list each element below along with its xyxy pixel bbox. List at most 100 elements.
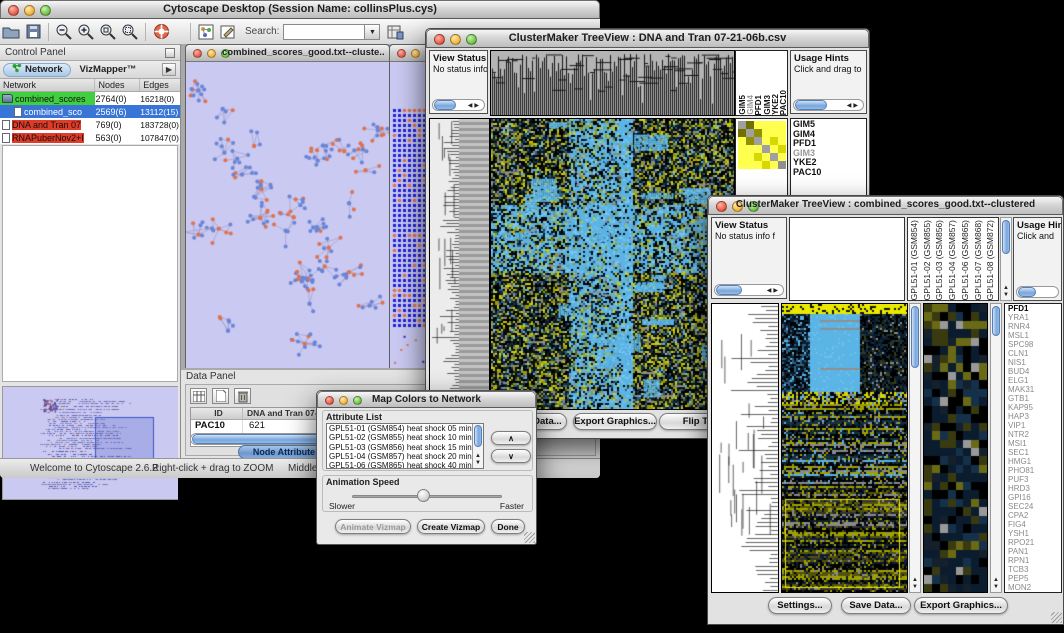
tv2-button-exportgraphics[interactable]: Export Graphics... [914,597,1008,614]
column-header-nodes[interactable]: Nodes [95,79,140,91]
matrix-cell[interactable] [738,145,746,153]
gene-label[interactable]: PEP5 [1008,574,1061,583]
animate-vizmap-button[interactable]: Animate Vizmap [335,519,411,534]
network-view-titlebar[interactable]: combined_scores_good.txt--cluste... [186,45,389,62]
gene-label[interactable]: SEC1 [1008,448,1061,457]
matrix-cell[interactable] [754,145,762,153]
matrix-cell[interactable] [754,129,762,137]
done-button[interactable]: Done [491,519,525,534]
matrix-cell[interactable] [778,145,786,153]
gene-label[interactable]: GTB1 [1008,394,1061,403]
network-row[interactable]: combined_scores2764(0)16218(0) [0,92,180,105]
scrollbar-thumb[interactable] [1002,220,1010,254]
column-header-network[interactable]: Network [0,79,95,91]
close-button[interactable] [397,49,406,58]
tv2-button-settings[interactable]: Settings... [768,597,832,614]
gene-label[interactable]: YRA1 [1008,313,1061,322]
matrix-cell[interactable] [754,161,762,169]
matrix-cell[interactable] [754,153,762,161]
tv2-global-heatmap[interactable] [781,303,908,593]
network-row[interactable]: DNA and Tran 07769(0)183728(0) [0,118,180,131]
matrix-cell[interactable] [778,121,786,129]
gene-label[interactable]: MAK31 [1008,385,1061,394]
resize-grip[interactable] [524,532,535,543]
gene-label[interactable]: MSI1 [1008,439,1061,448]
tab-network[interactable]: Network [3,63,71,77]
tv2-gene-list[interactable]: PFD1YRA1RNR4MSL1SPC98CLN1NIS1BUD4ELG1MAK… [1004,303,1062,593]
tv2-row-dendrogram[interactable] [711,303,779,593]
tv1-global-heatmap[interactable] [490,118,735,410]
scrollbar-arrows[interactable]: ◀▶ [767,287,783,294]
annotation-icon[interactable] [217,22,239,42]
gene-label[interactable]: KAP95 [1008,403,1061,412]
scrollbar-thumb[interactable] [795,100,827,110]
tv2-status-hscrollbar[interactable]: ◀▶ [714,284,784,296]
gene-label[interactable]: GPI16 [1008,493,1061,502]
matrix-cell[interactable] [738,153,746,161]
tab-overflow-button[interactable]: ▶ [162,63,176,76]
search-dropdown-arrow-icon[interactable]: ▼ [365,24,380,40]
gene-label[interactable]: PAN1 [1008,547,1061,556]
matrix-cell[interactable] [778,153,786,161]
tv1-button-exportgraphics[interactable]: Export Graphics... [573,413,657,430]
tab-vizmapper[interactable]: VizMapper™ [71,63,144,77]
treeview1-titlebar[interactable]: ClusterMaker TreeView : DNA and Tran 07-… [426,29,869,48]
matrix-cell[interactable] [770,129,778,137]
gene-label[interactable]: FIG4 [1008,520,1061,529]
gene-label[interactable]: PUF3 [1008,475,1061,484]
open-folder-icon[interactable] [0,22,22,42]
matrix-cell[interactable] [738,137,746,145]
network-view-canvas[interactable] [186,63,389,368]
network-row[interactable]: combined_sco2569(6)13112(15) [0,105,180,118]
attribute-list[interactable]: GPL51-01 (GSM854) heat shock 05 minGPL51… [326,423,484,469]
gene-label[interactable]: SPC98 [1008,340,1061,349]
matrix-cell[interactable] [746,129,754,137]
matrix-cell[interactable] [738,161,746,169]
scrollbar-thumb[interactable] [911,306,919,368]
tv1-column-dendrogram[interactable] [490,50,735,116]
scrollb ar-arrows[interactable]: ◀▶ [847,102,863,109]
scrollbar-arrows[interactable]: ▲▼ [991,577,1001,591]
gene-label[interactable]: ELG1 [1008,376,1061,385]
matrix-cell[interactable] [762,129,770,137]
matrix-cell[interactable] [770,137,778,145]
gene-label[interactable]: RNR4 [1008,322,1061,331]
tv2-heatmap-vscrollbar[interactable]: ▲▼ [909,303,921,593]
attribute-list-item[interactable]: GPL51-03 (GSM856) heat shock 15 min [327,443,483,452]
zoom-selected-icon[interactable] [97,22,119,42]
scrollbar-arrows[interactable]: ▲▼ [910,577,920,591]
matrix-cell[interactable] [762,121,770,129]
search-input[interactable] [283,24,365,40]
gene-label[interactable]: HRD3 [1008,484,1061,493]
gene-label[interactable]: NIS1 [1008,358,1061,367]
matrix-cell[interactable] [770,161,778,169]
zoom-in-icon[interactable] [75,22,97,42]
network-view-window[interactable]: combined_scores_good.txt--cluste... [185,44,390,368]
move-up-button[interactable]: ∧ [491,431,531,445]
attribute-list-item[interactable]: GPL51-02 (GSM855) heat shock 10 min [327,433,483,442]
matrix-cell[interactable] [738,129,746,137]
resize-grip[interactable] [1051,612,1062,623]
matrix-cell[interactable] [746,153,754,161]
tv2-zoom-heatmap[interactable] [923,303,988,593]
attribute-list-item[interactable]: GPL51-04 (GSM857) heat shock 20 min [327,452,483,461]
tv2-collabel-vscrollbar[interactable]: ▲▼ [1000,217,1012,301]
scrollbar-thumb[interactable] [992,306,1000,336]
tv1-status-hscrollbar[interactable]: ◀▶ [432,99,485,111]
matrix-cell[interactable] [770,121,778,129]
main-titlebar[interactable]: Cytoscape Desktop (Session Name: collins… [0,0,600,19]
scrollbar-arrows[interactable]: ▲▼ [473,453,483,467]
gene-label[interactable]: NTR2 [1008,430,1061,439]
gene-label[interactable]: HMG1 [1008,457,1061,466]
select-attributes-icon[interactable] [190,388,207,404]
import-table-icon[interactable] [384,22,406,42]
create-vizmap-button[interactable]: Create Vizmap [417,519,485,534]
matrix-cell[interactable] [746,137,754,145]
gene-label[interactable]: MSL1 [1008,331,1061,340]
matrix-cell[interactable] [746,145,754,153]
scrollbar-thumb[interactable] [434,100,456,110]
close-button[interactable] [193,49,202,58]
tv1-hints-hscrollbar[interactable]: ◀▶ [793,99,864,111]
float-panel-icon[interactable] [165,48,175,58]
gene-label[interactable]: PHO81 [1008,466,1061,475]
